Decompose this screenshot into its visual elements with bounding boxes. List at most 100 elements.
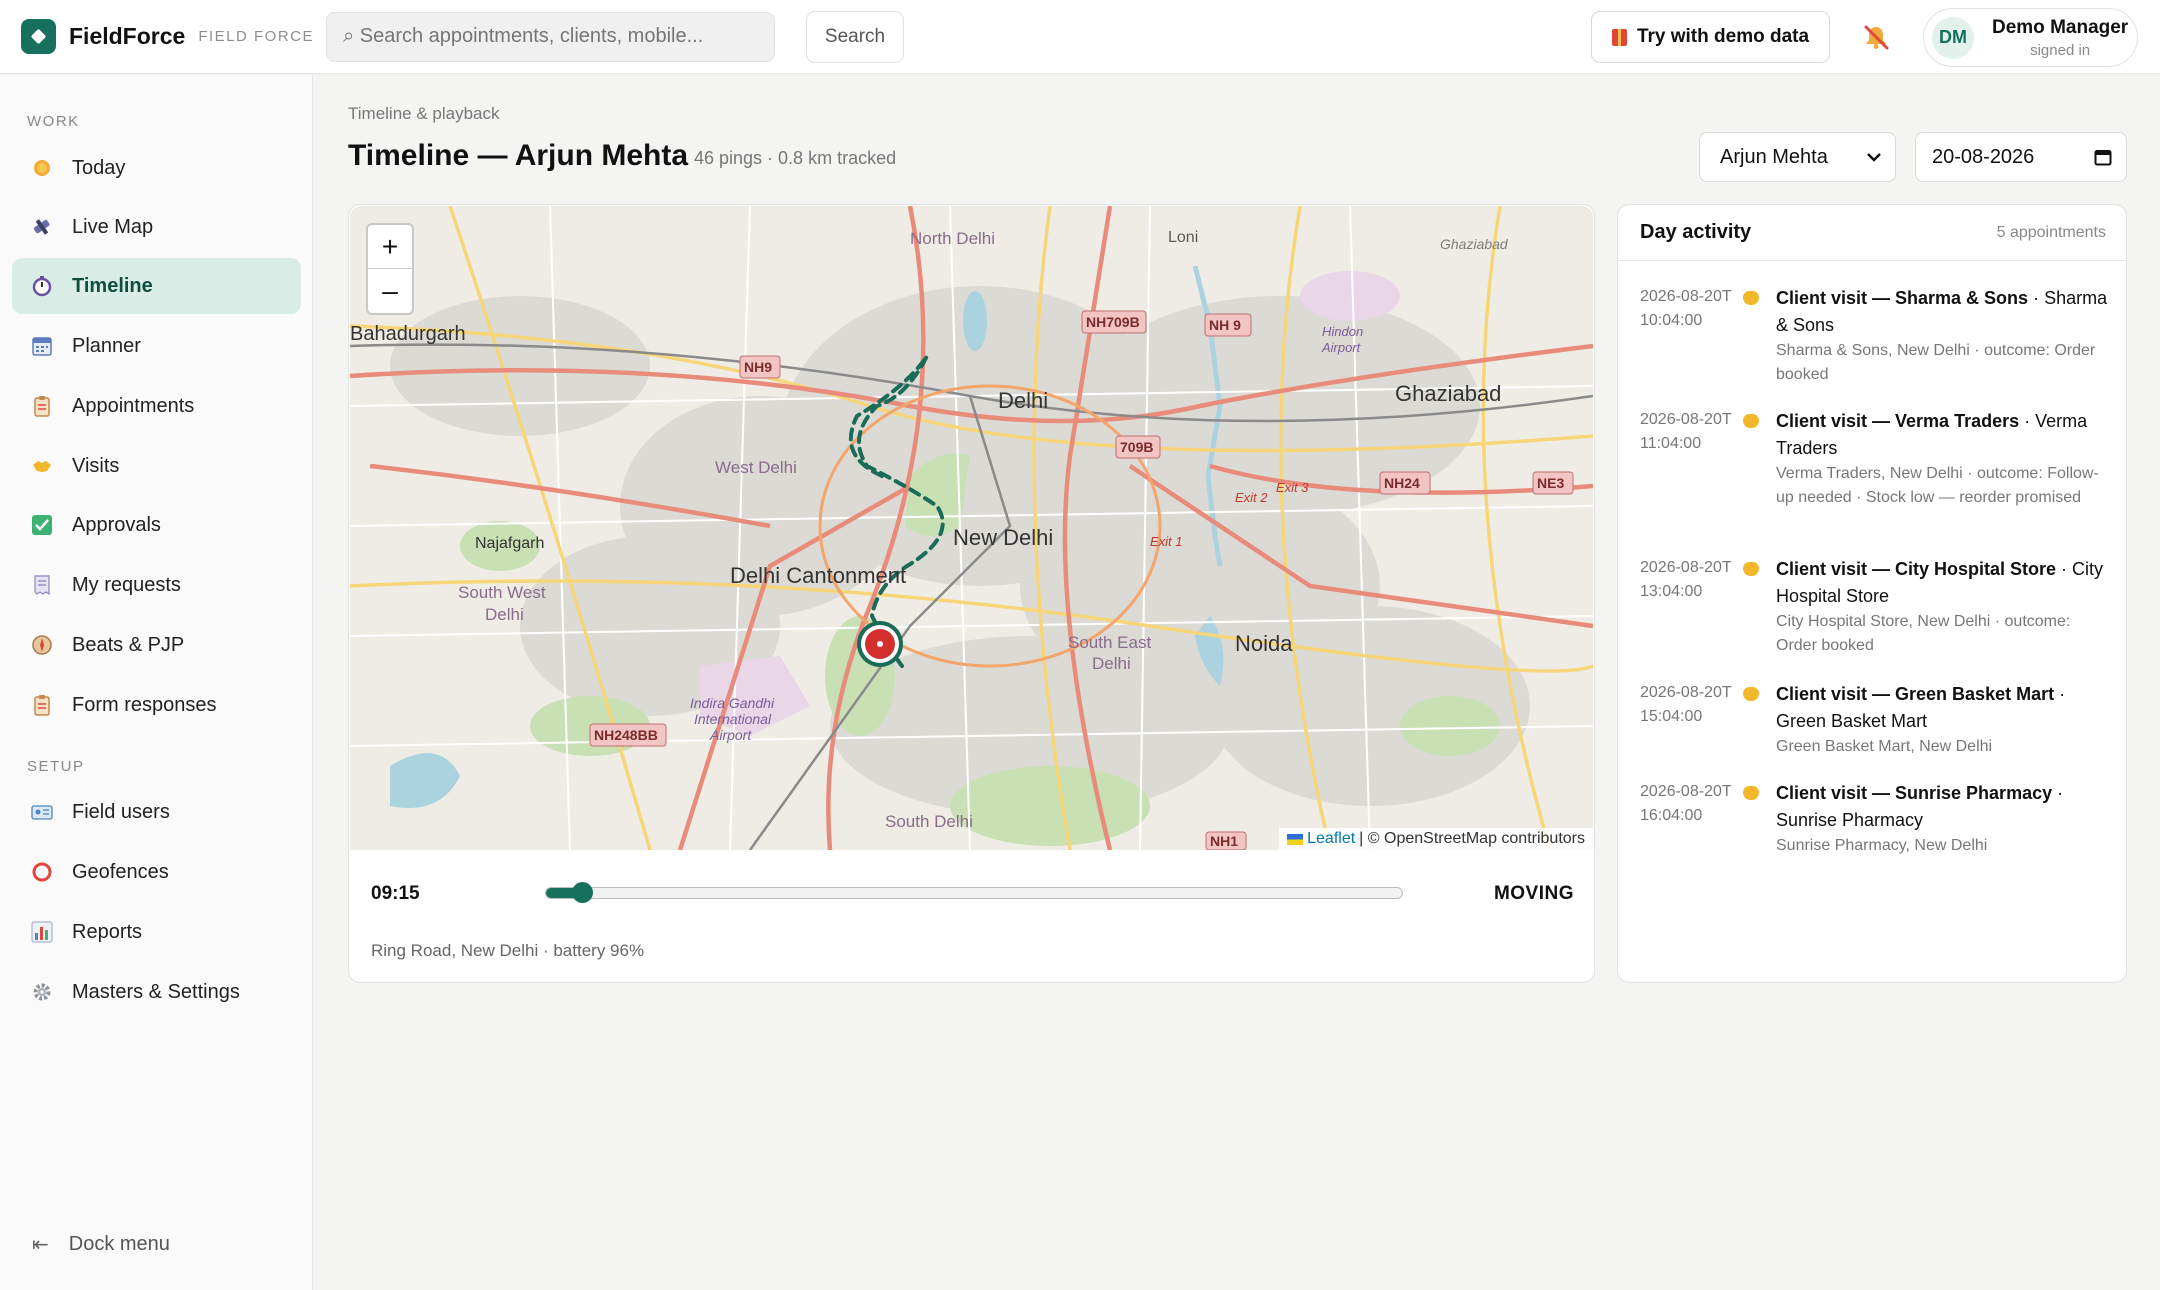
svg-text:Ghaziabad: Ghaziabad [1395, 381, 1501, 406]
sidebar-item-label: Planner [72, 334, 141, 357]
zoom-out-button[interactable]: – [368, 269, 412, 313]
sidebar-group-setup: SETUP [27, 758, 85, 775]
sidebar-item-approvals[interactable]: Approvals [12, 497, 301, 553]
day-activity-card: Day activity 5 appointments 2026-08-20T1… [1617, 204, 2127, 983]
activity-meta: Sharma & Sons, New Delhi · outcome: Orde… [1776, 342, 2096, 383]
handshake-icon [1740, 558, 1762, 580]
user-menu[interactable]: DM Demo Manager signed in [1923, 8, 2138, 67]
svg-text:Airport: Airport [709, 727, 752, 743]
demo-data-label: Try with demo data [1636, 26, 1810, 47]
chevron-down-icon [1867, 153, 1881, 162]
sidebar-item-my-requests[interactable]: My requests [12, 557, 301, 613]
sidebar-item-label: Visits [72, 454, 120, 477]
svg-text:International: International [694, 711, 772, 727]
svg-text:South Delhi: South Delhi [885, 812, 973, 831]
sidebar-item-label: Timeline [72, 274, 153, 297]
calendar-icon [31, 335, 53, 357]
sidebar-item-today[interactable]: Today [12, 140, 301, 196]
movement-state: MOVING [1493, 883, 1574, 904]
svg-text:Exit 1: Exit 1 [1150, 534, 1183, 549]
calendar-icon[interactable] [2094, 148, 2112, 166]
sidebar-item-label: Reports [72, 920, 143, 943]
sidebar-item-geofences[interactable]: Geofences [12, 844, 301, 900]
map[interactable]: North Delhi Loni Ghaziabad Bahadurgarh D… [350, 206, 1593, 850]
collapse-arrow-icon: ⇤ [32, 1234, 49, 1256]
date-picker[interactable]: 20-08-2026 [1915, 132, 2127, 182]
svg-text:Najafgarh: Najafgarh [475, 535, 544, 552]
user-name: Demo Manager [1992, 16, 2129, 38]
activity-item[interactable]: 2026-08-20T16:04:00 Client visit — Sunri… [1640, 780, 2110, 858]
activity-time: 2026-08-20T13:04:00 [1640, 559, 1732, 600]
sidebar-item-visits[interactable]: Visits [12, 438, 301, 494]
map-attribution: Leaflet | © OpenStreetMap contributors [1279, 828, 1593, 850]
svg-text:Delhi: Delhi [998, 388, 1048, 413]
compass-icon [31, 634, 53, 656]
sidebar-item-label: Masters & Settings [72, 980, 240, 1003]
sidebar-item-field-users[interactable]: Field users [12, 784, 301, 840]
user-select[interactable]: Arjun Mehta [1699, 132, 1896, 182]
leaflet-link[interactable]: Leaflet [1307, 830, 1355, 848]
activity-meta: City Hospital Store, New Delhi · outcome… [1776, 613, 2071, 654]
svg-text:NE3: NE3 [1537, 475, 1564, 491]
search-button[interactable]: Search [806, 10, 904, 63]
svg-text:South East: South East [1068, 633, 1151, 652]
sidebar-item-reports[interactable]: Reports [12, 904, 301, 960]
check-icon [31, 514, 53, 536]
breadcrumb: Timeline & playback [348, 104, 500, 123]
sidebar-item-label: Beats & PJP [72, 633, 185, 656]
svg-text:North Delhi: North Delhi [910, 229, 995, 248]
playback-slider-handle[interactable] [571, 882, 593, 903]
dock-menu-button[interactable]: ⇤ Dock menu [32, 1232, 170, 1257]
sidebar-item-planner[interactable]: Planner [12, 318, 301, 374]
receipt-icon [31, 574, 53, 596]
activity-time: 2026-08-20T10:04:00 [1640, 288, 1732, 329]
stopwatch-icon [31, 275, 53, 297]
svg-text:Bahadurgarh: Bahadurgarh [350, 323, 466, 345]
page-title: Timeline — Arjun Mehta [348, 139, 689, 172]
sun-icon [31, 157, 53, 179]
svg-text:NH248BB: NH248BB [594, 727, 658, 743]
sidebar-item-masters-settings[interactable]: Masters & Settings [12, 964, 301, 1020]
ukraine-flag-icon [1287, 833, 1304, 845]
demo-data-button[interactable]: Try with demo data [1591, 11, 1830, 63]
zoom-in-button[interactable]: + [368, 225, 412, 269]
playback-slider[interactable] [545, 882, 1403, 903]
sidebar-item-label: Approvals [72, 513, 161, 536]
activity-title: Client visit — Verma Traders [1776, 411, 2020, 431]
activity-time: 2026-08-20T15:04:00 [1640, 684, 1732, 725]
sidebar-item-form-responses[interactable]: Form responses [12, 677, 301, 733]
user-select-value: Arjun Mehta [1720, 145, 1828, 168]
brand-name: FieldForce [69, 23, 186, 49]
activity-item[interactable]: 2026-08-20T11:04:00 Client visit — Verma… [1640, 408, 2110, 510]
satellite-icon [31, 216, 53, 238]
activity-item[interactable]: 2026-08-20T10:04:00 Client visit — Sharm… [1640, 285, 2110, 387]
form-icon [31, 694, 53, 716]
brand[interactable]: FieldForce FIELD FORCE [21, 19, 326, 54]
sidebar-item-appointments[interactable]: Appointments [12, 378, 301, 434]
svg-text:Indira Gandhi: Indira Gandhi [690, 695, 775, 711]
search-input[interactable] [343, 25, 723, 48]
activity-time: 2026-08-20T16:04:00 [1640, 783, 1732, 824]
sidebar-item-timeline[interactable]: Timeline [12, 258, 301, 314]
activity-title: Client visit — Green Basket Mart [1776, 684, 2055, 704]
activity-meta: Sunrise Pharmacy, New Delhi [1776, 837, 1988, 854]
sidebar-item-live-map[interactable]: Live Map [12, 199, 301, 255]
clipboard-icon [31, 395, 53, 417]
svg-text:NH24: NH24 [1384, 475, 1420, 491]
page-subtitle: 46 pings · 0.8 km tracked [694, 148, 897, 168]
activity-item[interactable]: 2026-08-20T13:04:00 Client visit — City … [1640, 556, 2110, 658]
sidebar-item-beats-pjp[interactable]: Beats & PJP [12, 617, 301, 673]
handshake-icon [1740, 410, 1762, 432]
zoom-control: + – [366, 223, 414, 315]
playback-location: Ring Road, New Delhi · battery 96% [371, 941, 645, 960]
activity-client: Sunrise Pharmacy [1776, 810, 1924, 830]
bar-chart-icon [31, 921, 53, 943]
bell-muted-icon[interactable] [1862, 23, 1890, 51]
activity-item[interactable]: 2026-08-20T15:04:00 Client visit — Green… [1640, 681, 2110, 759]
svg-text:South West: South West [458, 583, 546, 602]
search-box[interactable] [326, 11, 775, 62]
dock-menu-label: Dock menu [68, 1233, 170, 1255]
activity-time: 2026-08-20T11:04:00 [1640, 411, 1732, 452]
svg-text:Exit 3: Exit 3 [1276, 480, 1309, 495]
handshake-icon [1740, 683, 1762, 705]
